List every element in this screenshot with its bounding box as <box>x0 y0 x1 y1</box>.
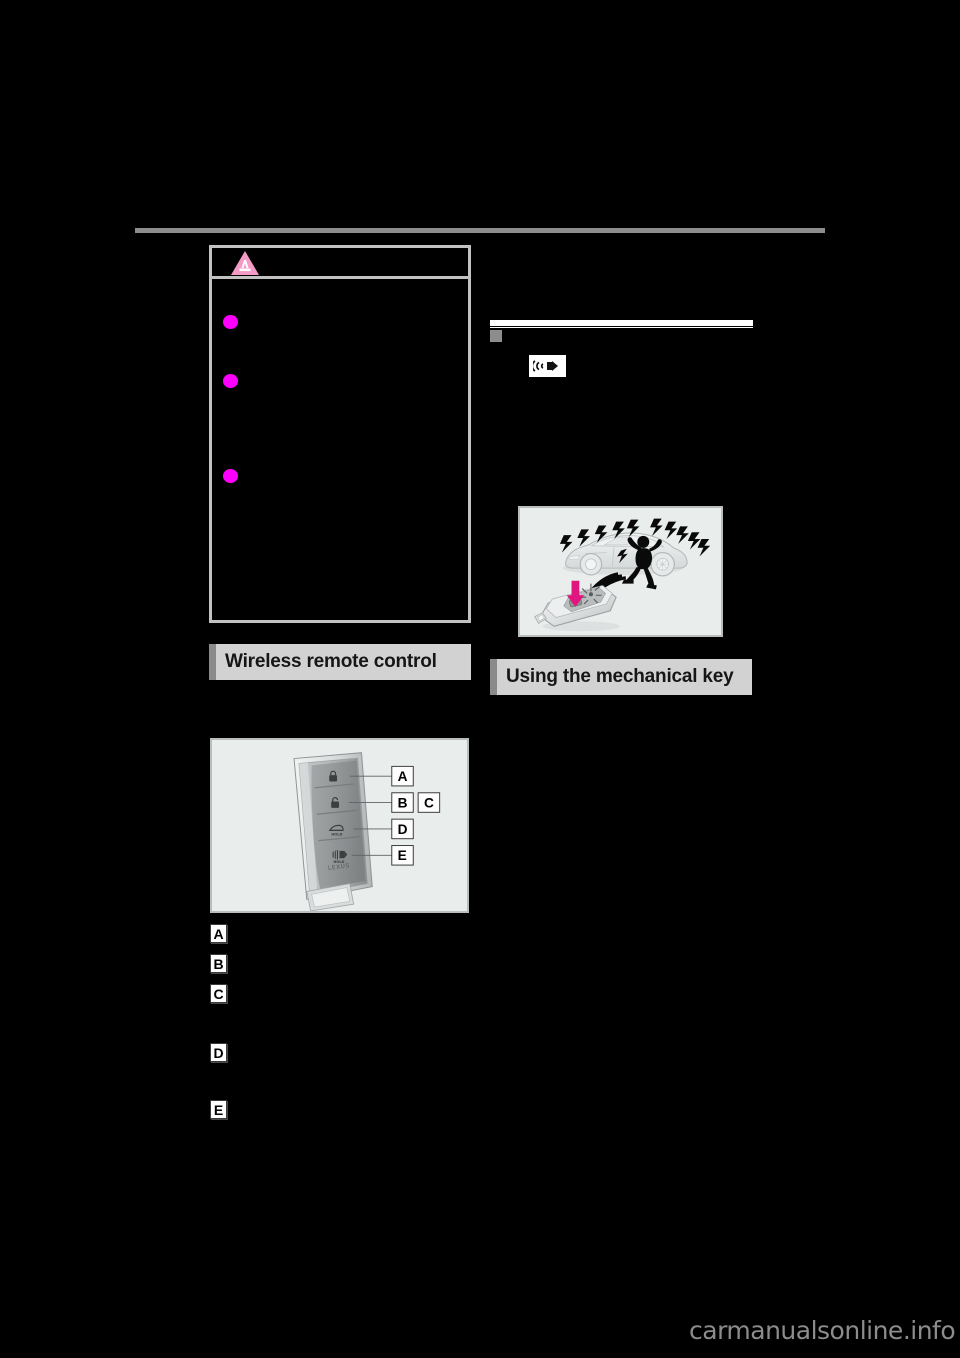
section-header-using-the-mechanical-key: Using the mechanical key <box>490 659 752 695</box>
figure-panic-alarm <box>518 506 723 637</box>
svg-text:D: D <box>398 822 408 837</box>
svg-text:HOLD: HOLD <box>331 833 342 837</box>
callout-chip-e: E <box>210 1100 227 1119</box>
speaker-buzzer-icon <box>529 355 566 377</box>
callout-chip-c: C <box>210 984 227 1003</box>
callout-row-d: D <box>210 1043 472 1065</box>
page-top-rule <box>135 228 825 233</box>
warning-bullet-1 <box>223 315 238 329</box>
section-header-wireless-remote-control: Wireless remote control <box>209 644 471 680</box>
subsection-title <box>506 325 754 341</box>
warning-box-header <box>212 248 468 279</box>
section-header-mechanical-label: Using the mechanical key <box>506 666 734 687</box>
svg-text:B: B <box>398 795 408 810</box>
svg-text:E: E <box>398 848 407 863</box>
square-bullet-marker <box>490 330 502 342</box>
callout-chip-a: A <box>210 924 227 943</box>
watermark: carmanualsonline.info <box>689 1316 956 1345</box>
warning-bullet-3 <box>223 469 238 483</box>
panic-alarm-illustration <box>534 518 711 632</box>
warning-box <box>209 245 471 623</box>
warning-triangle-icon <box>231 251 259 275</box>
remote-control <box>534 580 621 632</box>
callout-row-c: C <box>210 984 472 1006</box>
svg-text:C: C <box>424 795 434 810</box>
key-fob-illustration: HOLD HOLD LEXUS A B C D E <box>293 752 441 911</box>
callout-chip-b: B <box>210 954 227 973</box>
manual-page: Wireless remote control HOLD HOLD LEXUS … <box>0 0 960 1358</box>
figure-wireless-remote-control: HOLD HOLD LEXUS A B C D E <box>210 738 469 913</box>
callout-chip-d: D <box>210 1043 227 1062</box>
callout-row-b: B <box>210 954 472 976</box>
section-header-wireless-label: Wireless remote control <box>225 651 437 672</box>
callout-row-e: E <box>210 1100 472 1122</box>
warning-bullet-2 <box>223 374 238 388</box>
callout-row-a: A <box>210 924 472 946</box>
warning-box-body <box>212 279 468 620</box>
svg-text:A: A <box>398 769 408 784</box>
